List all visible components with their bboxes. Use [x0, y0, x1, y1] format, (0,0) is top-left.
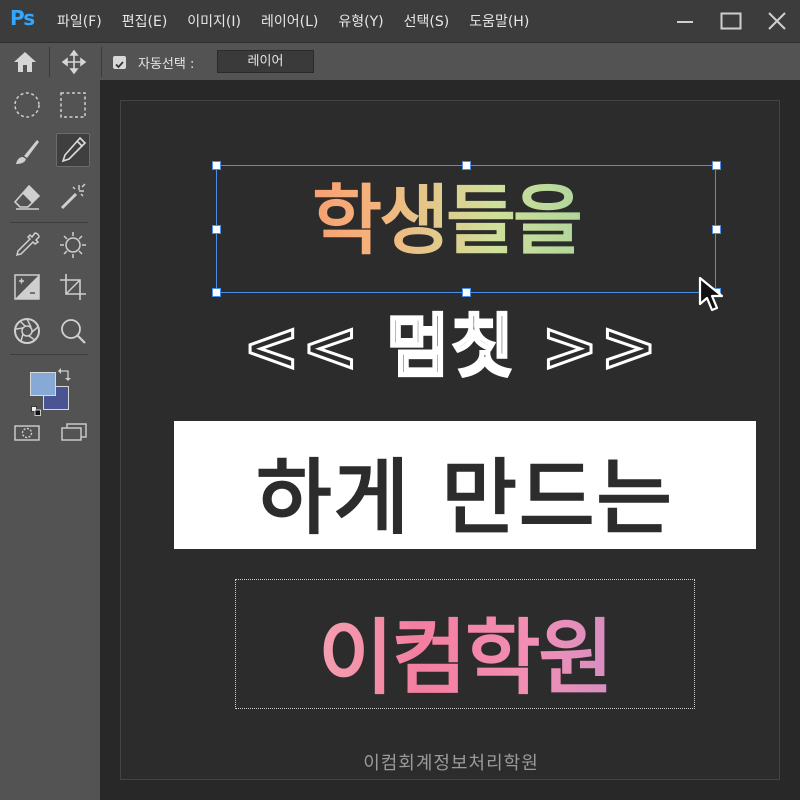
move-icon	[61, 49, 87, 75]
text-layer-academy[interactable]: 이컴학원	[235, 591, 695, 710]
default-colors-button[interactable]	[31, 401, 41, 416]
menu-select[interactable]: 선택(S)	[404, 11, 450, 31]
brightness-icon	[60, 232, 86, 258]
crop-icon	[60, 274, 86, 300]
title-bar: Ps 파일(F) 편집(E) 이미지(I) 레이어(L) 유형(Y) 선택(S)…	[0, 0, 800, 42]
gradient-map-icon	[14, 274, 40, 300]
transform-handle-left[interactable]	[212, 225, 221, 234]
separator	[49, 47, 50, 77]
magic-wand-tool[interactable]	[56, 180, 90, 214]
auto-select-label: 자동선택 :	[138, 57, 195, 72]
brush-icon	[16, 140, 39, 164]
swap-colors-button[interactable]	[58, 366, 74, 382]
home-icon	[14, 52, 36, 72]
crop-tool[interactable]	[56, 270, 90, 304]
aperture-tool[interactable]	[10, 314, 44, 348]
eyedropper-tool[interactable]	[10, 228, 44, 262]
transform-handle-right[interactable]	[712, 225, 721, 234]
eraser-icon	[13, 184, 41, 210]
elliptical-marquee-tool[interactable]	[10, 88, 44, 122]
zoom-icon	[61, 319, 86, 344]
magic-wand-icon	[60, 183, 86, 210]
menu-type[interactable]: 유형(Y)	[338, 11, 383, 31]
menu-edit[interactable]: 편집(E)	[122, 11, 168, 31]
auto-select-target-dropdown[interactable]: 레이어	[217, 50, 314, 73]
swap-arrow-icon	[58, 368, 71, 381]
toolbar-separator	[10, 354, 88, 355]
transform-handle-bottom-left[interactable]	[212, 288, 221, 297]
separator	[101, 47, 102, 77]
checkmark-icon	[115, 61, 124, 69]
text-layer-pause[interactable]: << 멈칫 >>	[241, 291, 661, 390]
watermark-text: 이컴회계정보처리학원	[363, 753, 539, 774]
close-button[interactable]	[754, 0, 800, 42]
menu-image[interactable]: 이미지(I)	[187, 11, 241, 31]
foreground-color-swatch[interactable]	[30, 372, 56, 396]
quick-mask-button[interactable]	[13, 424, 41, 442]
eyedropper-icon	[15, 232, 40, 257]
text-layer-making[interactable]: 하게 만드는	[174, 431, 756, 550]
close-icon	[768, 12, 786, 30]
menu-bar: 파일(F) 편집(E) 이미지(I) 레이어(L) 유형(Y) 선택(S) 도움…	[57, 0, 549, 42]
document-canvas[interactable]: 학생들을 << 멈칫 >> 하게 만드는 이컴학원 이컴회계정보처리학원	[120, 100, 780, 780]
menu-layer[interactable]: 레이어(L)	[261, 11, 318, 31]
tools-panel	[0, 80, 100, 800]
brightness-tool[interactable]	[56, 228, 90, 262]
menu-help[interactable]: 도움말(H)	[469, 11, 529, 31]
transform-handle-top-right[interactable]	[712, 161, 721, 170]
maximize-icon	[720, 12, 742, 30]
document-workspace[interactable]: 학생들을 << 멈칫 >> 하게 만드는 이컴학원 이컴회계정보처리학원	[100, 80, 800, 800]
rectangular-marquee-icon	[60, 92, 86, 118]
mouse-cursor-icon	[698, 276, 724, 312]
aperture-icon	[14, 318, 40, 344]
pencil-icon	[61, 136, 87, 163]
maximize-button[interactable]	[708, 0, 754, 42]
pencil-tool[interactable]	[56, 133, 90, 167]
transform-handle-top-left[interactable]	[212, 161, 221, 170]
eraser-tool[interactable]	[10, 180, 44, 214]
transform-selection-box[interactable]	[212, 161, 721, 297]
default-colors-icon	[31, 406, 41, 416]
toolbar-separator	[10, 222, 88, 223]
zoom-tool[interactable]	[56, 314, 90, 348]
move-tool-option[interactable]	[60, 49, 88, 75]
elliptical-marquee-icon	[14, 92, 40, 118]
home-button[interactable]	[10, 49, 40, 75]
quick-mask-icon	[14, 425, 40, 441]
auto-select-checkbox[interactable]	[113, 56, 126, 69]
options-bar: 자동선택 : 레이어	[0, 42, 800, 80]
rectangular-marquee-tool[interactable]	[56, 88, 90, 122]
minimize-button[interactable]	[662, 0, 708, 42]
screen-mode-icon	[61, 423, 87, 441]
minimize-icon	[677, 21, 693, 23]
screen-mode-button[interactable]	[60, 422, 88, 442]
window-controls	[662, 0, 800, 42]
menu-file[interactable]: 파일(F)	[57, 11, 102, 31]
transform-handle-top[interactable]	[462, 161, 471, 170]
gradient-map-tool[interactable]	[10, 270, 44, 304]
photoshop-logo: Ps	[10, 6, 35, 30]
brush-tool[interactable]	[10, 135, 44, 169]
